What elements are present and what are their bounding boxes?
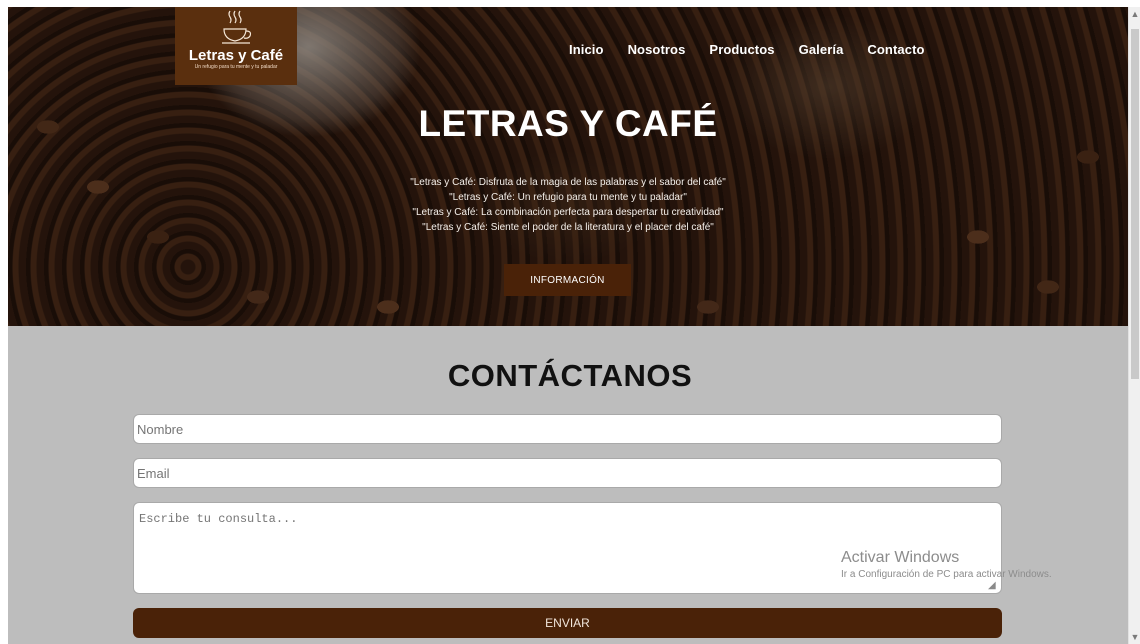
nav-galeria[interactable]: Galería — [799, 42, 844, 57]
nav-nosotros[interactable]: Nosotros — [628, 42, 686, 57]
watermark-title: Activar Windows — [841, 549, 960, 566]
contact-title: CONTÁCTANOS — [447, 358, 693, 393]
hero-slogan-3: "Letras y Café: La combinación perfecta … — [412, 207, 724, 218]
hero-slogan-2: "Letras y Café: Un refugio para tu mente… — [449, 192, 687, 203]
hero-banner: Letras y Café Un refugio para tu mente y… — [8, 7, 1128, 326]
name-input[interactable] — [133, 414, 1002, 444]
main-nav: Inicio Nosotros Productos Galería Contac… — [569, 42, 949, 57]
vertical-scrollbar[interactable]: ▲ ▼ — [1128, 7, 1140, 644]
hero-slogan-1: "Letras y Café: Disfruta de la magia de … — [410, 177, 726, 188]
scroll-up-arrow-icon[interactable]: ▲ — [1129, 7, 1140, 21]
coffee-cup-icon — [222, 10, 252, 44]
watermark-subtitle: Ir a Configuración de PC para activar Wi… — [841, 569, 1052, 580]
logo-brand-name: Letras y Café — [188, 47, 284, 64]
window-left-border — [0, 0, 8, 644]
nav-contacto[interactable]: Contacto — [867, 42, 924, 57]
nav-productos[interactable]: Productos — [709, 42, 774, 57]
hero-title: LETRAS Y CAFÉ — [418, 103, 718, 144]
hero-slogans: "Letras y Café: Disfruta de la magia de … — [8, 175, 1128, 235]
logo-tagline: Un refugio para tu mente y tu paladar — [194, 64, 278, 70]
site-logo[interactable]: Letras y Café Un refugio para tu mente y… — [175, 7, 297, 85]
scrollbar-thumb[interactable] — [1131, 29, 1139, 379]
nav-inicio[interactable]: Inicio — [569, 42, 604, 57]
info-button[interactable]: INFORMACIÓN — [504, 264, 631, 296]
windows-activation-watermark: Activar Windows Ir a Configuración de PC… — [841, 548, 1052, 582]
submit-button[interactable]: ENVIAR — [133, 608, 1002, 638]
scroll-down-arrow-icon[interactable]: ▼ — [1129, 630, 1140, 644]
window-top-border — [0, 0, 1140, 7]
email-input[interactable] — [133, 458, 1002, 488]
hero-slogan-4: "Letras y Café: Siente el poder de la li… — [422, 222, 714, 233]
